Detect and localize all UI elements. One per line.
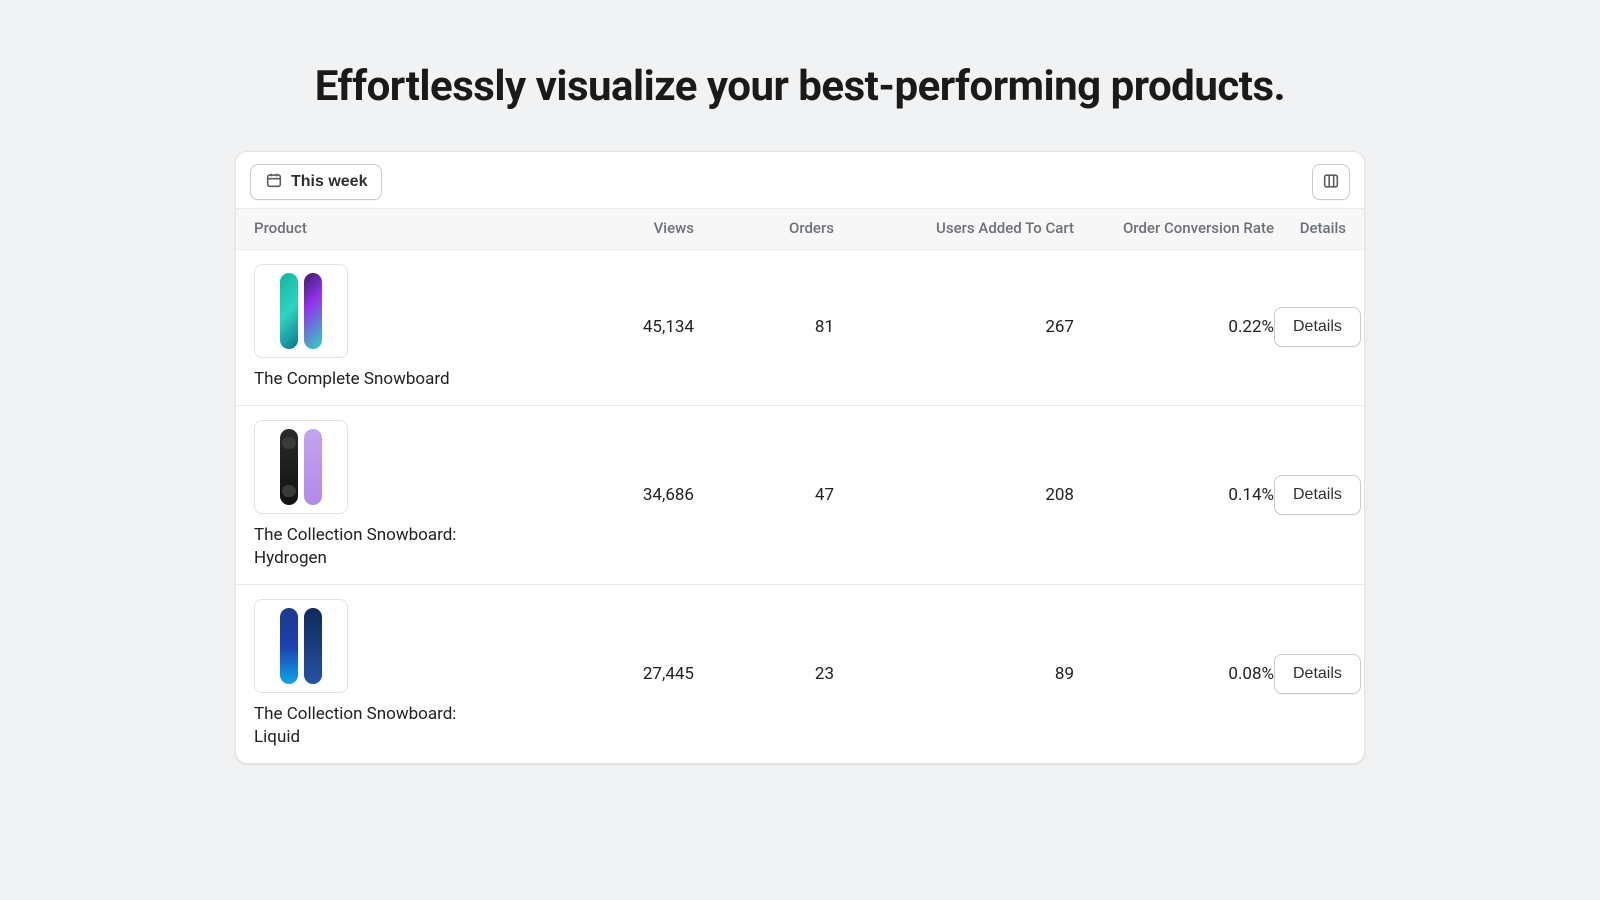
product-thumbnail bbox=[254, 420, 348, 514]
column-header-added-to-cart: Users Added To Cart bbox=[834, 219, 1074, 237]
product-name: The Collection Snowboard: Hydrogen bbox=[254, 524, 474, 570]
table-row: The Complete Snowboard 45,134 81 267 0.2… bbox=[236, 250, 1364, 406]
cell-conversion-rate: 0.08% bbox=[1074, 664, 1274, 684]
cell-added-to-cart: 267 bbox=[834, 317, 1074, 337]
product-cell: The Complete Snowboard bbox=[254, 264, 554, 391]
snowboard-icon bbox=[304, 429, 322, 505]
product-thumbnail bbox=[254, 264, 348, 358]
table-header: Product Views Orders Users Added To Cart… bbox=[236, 208, 1364, 250]
column-header-conversion-rate: Order Conversion Rate bbox=[1074, 219, 1274, 237]
column-header-details: Details bbox=[1274, 219, 1346, 237]
snowboard-icon bbox=[304, 273, 322, 349]
cell-orders: 23 bbox=[694, 664, 834, 684]
details-button[interactable]: Details bbox=[1274, 307, 1361, 347]
cell-added-to-cart: 208 bbox=[834, 485, 1074, 505]
snowboard-icon bbox=[280, 608, 298, 684]
cell-conversion-rate: 0.14% bbox=[1074, 485, 1274, 505]
table-row: The Collection Snowboard: Liquid 27,445 … bbox=[236, 585, 1364, 763]
cell-views: 27,445 bbox=[554, 664, 694, 684]
product-thumbnail bbox=[254, 599, 348, 693]
cell-added-to-cart: 89 bbox=[834, 664, 1074, 684]
snowboard-icon bbox=[280, 273, 298, 349]
page-headline: Effortlessly visualize your best-perform… bbox=[0, 0, 1600, 111]
cell-conversion-rate: 0.22% bbox=[1074, 317, 1274, 337]
snowboard-icon bbox=[280, 429, 298, 505]
cell-views: 45,134 bbox=[554, 317, 694, 337]
product-performance-panel: This week Product Views Orders Users Add… bbox=[235, 151, 1365, 764]
cell-orders: 81 bbox=[694, 317, 834, 337]
snowboard-icon bbox=[304, 608, 322, 684]
cell-orders: 47 bbox=[694, 485, 834, 505]
column-header-views: Views bbox=[554, 219, 694, 237]
columns-icon bbox=[1322, 172, 1340, 193]
columns-settings-button[interactable] bbox=[1312, 164, 1350, 200]
cell-views: 34,686 bbox=[554, 485, 694, 505]
product-name: The Collection Snowboard: Liquid bbox=[254, 703, 474, 749]
product-cell: The Collection Snowboard: Liquid bbox=[254, 599, 554, 749]
date-range-label: This week bbox=[291, 173, 367, 191]
details-button[interactable]: Details bbox=[1274, 475, 1361, 515]
panel-toolbar: This week bbox=[236, 152, 1364, 208]
column-header-product: Product bbox=[254, 219, 554, 237]
product-cell: The Collection Snowboard: Hydrogen bbox=[254, 420, 554, 570]
table-row: The Collection Snowboard: Hydrogen 34,68… bbox=[236, 406, 1364, 585]
date-range-button[interactable]: This week bbox=[250, 164, 382, 200]
details-button[interactable]: Details bbox=[1274, 654, 1361, 694]
product-name: The Complete Snowboard bbox=[254, 368, 450, 391]
column-header-orders: Orders bbox=[694, 219, 834, 237]
calendar-icon bbox=[265, 171, 283, 194]
